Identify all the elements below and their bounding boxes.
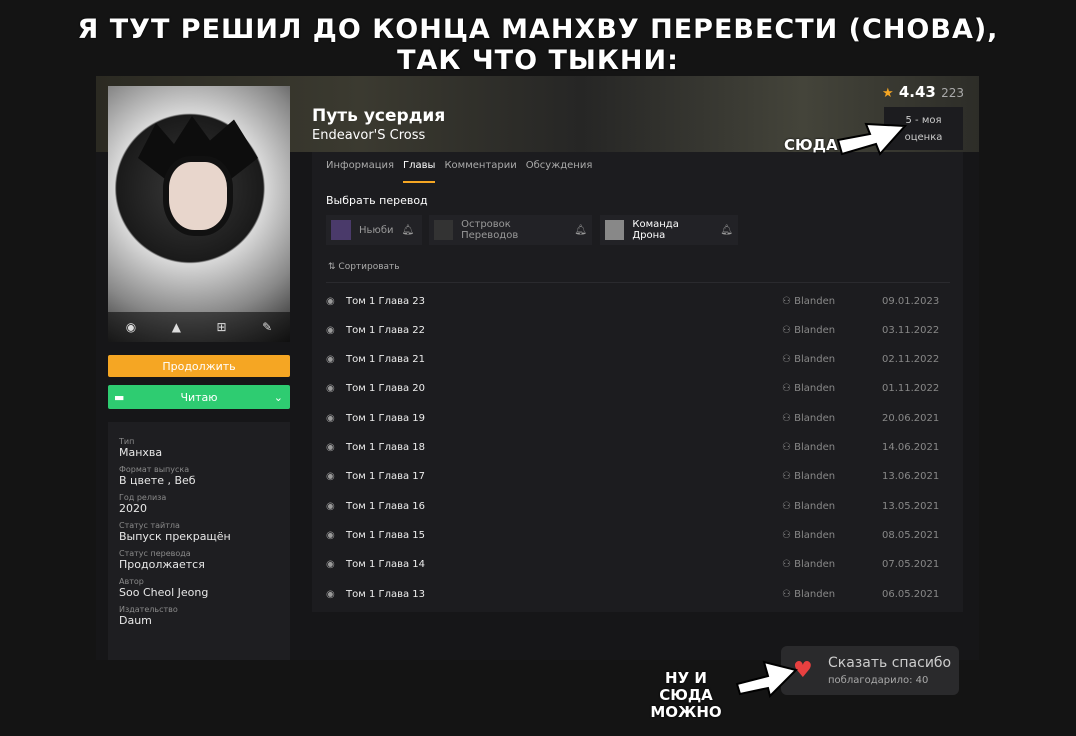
- annotation-line-1: НУ И СЮДА: [659, 669, 713, 704]
- annotation-here: СЮДА: [784, 136, 838, 154]
- annotation-line-2: МОЖНО: [650, 703, 722, 721]
- annotation-arrows: [735, 122, 908, 698]
- arrow-icon: [836, 122, 908, 156]
- arrow-icon: [735, 660, 798, 698]
- annotation-here-too: НУ И СЮДА МОЖНО: [636, 670, 736, 721]
